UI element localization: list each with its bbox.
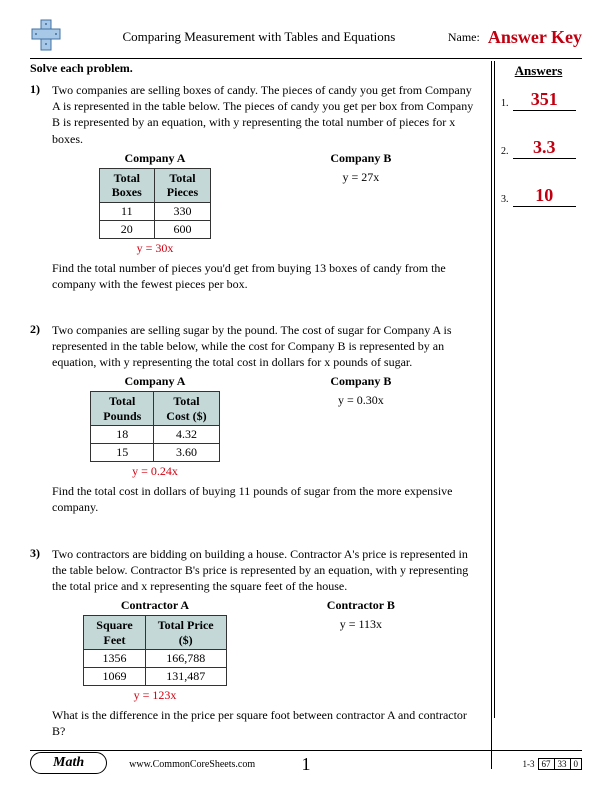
- name-label: Name:: [448, 30, 480, 45]
- company-a-equation: y = 30x: [52, 241, 258, 256]
- companies-row: Contractor A SquareFeetTotal Price($)1356…: [52, 598, 481, 703]
- table-cell: 18: [91, 426, 154, 444]
- table-row: 11330: [99, 202, 210, 220]
- companies-row: Company A TotalBoxesTotalPieces1133020600…: [52, 151, 481, 256]
- problem: 3)Two contractors are bidding on buildin…: [30, 546, 481, 740]
- table-row: 20600: [99, 220, 210, 238]
- table-cell: 1356: [84, 649, 145, 667]
- table-header: TotalPounds: [91, 392, 154, 426]
- table-cell: 15: [91, 444, 154, 462]
- main-column: Solve each problem. 1)Two companies are …: [30, 61, 492, 769]
- table-row: 1356166,788: [84, 649, 226, 667]
- logo-icon: [30, 18, 62, 56]
- score-box: 0: [570, 758, 583, 770]
- company-b-column: Company B y = 27x: [258, 151, 464, 256]
- instructions: Solve each problem.: [30, 61, 481, 76]
- table-header: SquareFeet: [84, 616, 145, 650]
- table-cell: 330: [154, 202, 210, 220]
- answer-value: 3.3: [513, 137, 577, 159]
- company-a-title: Contractor A: [52, 598, 258, 613]
- table-header: Total Price($): [145, 616, 226, 650]
- score-box: 33: [554, 758, 571, 770]
- answer-row: 2. 3.3: [495, 137, 582, 159]
- company-a-table: TotalBoxesTotalPieces1133020600: [99, 168, 211, 239]
- answers-column: Answers 1.3512.3.33.10: [492, 61, 582, 769]
- table-cell: 11: [99, 202, 154, 220]
- companies-row: Company A TotalPoundsTotalCost ($)184.321…: [52, 374, 481, 479]
- company-a-column: Contractor A SquareFeetTotal Price($)1356…: [52, 598, 258, 703]
- company-b-column: Contractor B y = 113x: [258, 598, 464, 703]
- table-cell: 166,788: [145, 649, 226, 667]
- footer: Math www.CommonCoreSheets.com 1 1-3 67 3…: [30, 750, 582, 774]
- company-b-column: Company B y = 0.30x: [258, 374, 464, 479]
- problem-body: Two companies are selling sugar by the p…: [52, 322, 481, 516]
- page-title: Comparing Measurement with Tables and Eq…: [70, 29, 448, 45]
- table-cell: 20: [99, 220, 154, 238]
- answer-row: 1. 351: [495, 89, 582, 111]
- answer-number: 1.: [501, 98, 509, 111]
- problem-text: Two companies are selling boxes of candy…: [52, 82, 481, 147]
- answer-value: 10: [513, 185, 577, 207]
- footer-page: 1: [302, 754, 311, 775]
- header: Comparing Measurement with Tables and Eq…: [30, 18, 582, 59]
- company-a-equation: y = 0.24x: [52, 464, 258, 479]
- table-header: TotalPieces: [154, 168, 210, 202]
- table-cell: 3.60: [154, 444, 219, 462]
- table-cell: 4.32: [154, 426, 219, 444]
- company-a-table: SquareFeetTotal Price($)1356166,78810691…: [83, 615, 226, 686]
- company-a-column: Company A TotalPoundsTotalCost ($)184.321…: [52, 374, 258, 479]
- footer-subject: Math: [30, 752, 107, 774]
- answer-number: 2.: [501, 146, 509, 159]
- company-b-equation: y = 113x: [258, 617, 464, 632]
- problem-body: Two companies are selling boxes of candy…: [52, 82, 481, 292]
- answer-row: 3.10: [495, 185, 582, 207]
- problem-number: 3): [30, 546, 52, 740]
- problem-number: 1): [30, 82, 52, 292]
- answer-value: 351: [513, 89, 577, 111]
- table-cell: 600: [154, 220, 210, 238]
- problem-text: Two companies are selling sugar by the p…: [52, 322, 481, 371]
- problem-conclusion: Find the total cost in dollars of buying…: [52, 483, 481, 515]
- table-cell: 1069: [84, 667, 145, 685]
- answer-key-label: Answer Key: [488, 27, 582, 48]
- score-box: 67: [538, 758, 555, 770]
- table-row: 153.60: [91, 444, 219, 462]
- table-row: 1069131,487: [84, 667, 226, 685]
- problem-text: Two contractors are bidding on building …: [52, 546, 481, 595]
- problem: 2)Two companies are selling sugar by the…: [30, 322, 481, 516]
- footer-scores: 1-3 67 33 0: [523, 758, 583, 770]
- problem-number: 2): [30, 322, 52, 516]
- problem-body: Two contractors are bidding on building …: [52, 546, 481, 740]
- company-a-title: Company A: [52, 151, 258, 166]
- company-a-table: TotalPoundsTotalCost ($)184.32153.60: [90, 391, 219, 462]
- company-a-column: Company A TotalBoxesTotalPieces1133020600…: [52, 151, 258, 256]
- table-header: TotalCost ($): [154, 392, 219, 426]
- problem-conclusion: Find the total number of pieces you'd ge…: [52, 260, 481, 292]
- company-b-equation: y = 0.30x: [258, 393, 464, 408]
- company-a-equation: y = 123x: [52, 688, 258, 703]
- table-row: 184.32: [91, 426, 219, 444]
- table-header: TotalBoxes: [99, 168, 154, 202]
- problem-conclusion: What is the difference in the price per …: [52, 707, 481, 739]
- company-b-equation: y = 27x: [258, 170, 464, 185]
- answers-heading: Answers: [495, 63, 582, 79]
- company-a-title: Company A: [52, 374, 258, 389]
- footer-url: www.CommonCoreSheets.com: [129, 759, 255, 770]
- company-b-title: Company B: [258, 151, 464, 166]
- answer-number: 3.: [501, 194, 509, 207]
- company-b-title: Contractor B: [258, 598, 464, 613]
- company-b-title: Company B: [258, 374, 464, 389]
- problem: 1)Two companies are selling boxes of can…: [30, 82, 481, 292]
- score-range: 1-3: [523, 759, 535, 769]
- table-cell: 131,487: [145, 667, 226, 685]
